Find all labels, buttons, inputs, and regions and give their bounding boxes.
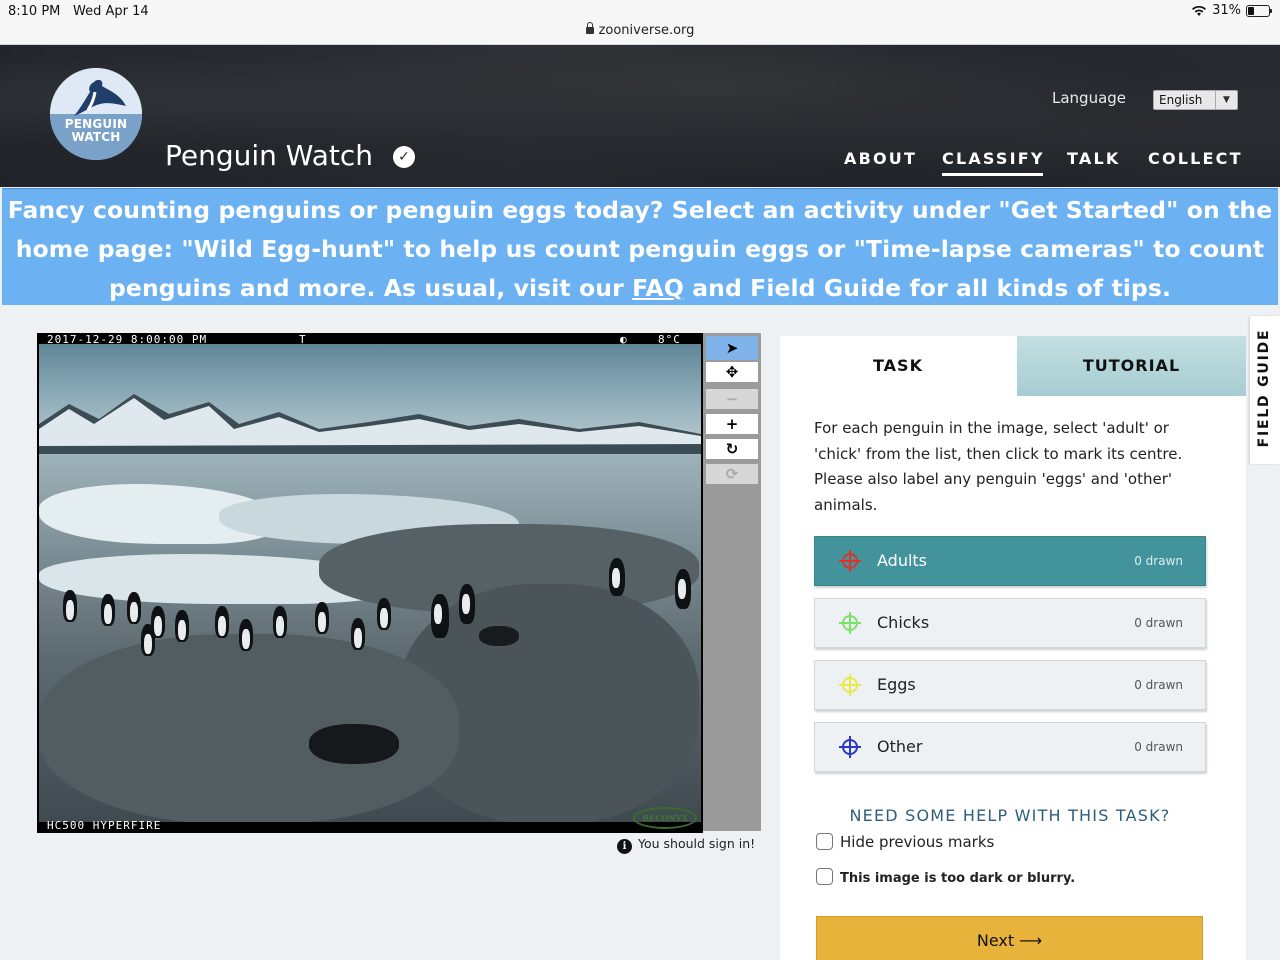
subject-image[interactable]: [39, 344, 701, 822]
nav-about[interactable]: ABOUT: [844, 149, 917, 168]
checkbox-box[interactable]: [816, 833, 833, 850]
move-tool-icon[interactable]: ✥: [706, 362, 758, 382]
battery-icon: [1246, 4, 1272, 17]
lock-icon: [585, 22, 594, 34]
too-dark-checkbox[interactable]: This image is too dark or blurry.: [816, 868, 1075, 886]
crosshair-icon: [839, 674, 861, 696]
penguin-logo-icon: [74, 79, 126, 116]
language-label: Language: [1052, 89, 1127, 107]
project-logo[interactable]: PENGUIN WATCH: [50, 68, 142, 160]
task-instructions: For each penguin in the image, select 'a…: [814, 419, 1183, 514]
chevron-down-icon: ▼: [1215, 91, 1237, 109]
crosshair-icon: [839, 736, 861, 758]
crosshair-icon: [839, 550, 861, 572]
choice-count: 0 drawn: [1134, 616, 1183, 630]
viewer-toolbar: ➤ ✥ − + ↻ ⟳: [703, 333, 761, 831]
project-header: PENGUIN WATCH Penguin Watch ✓ Language En…: [0, 45, 1280, 187]
announcement-line-2: home page: "Wild Egg-hunt" to help us co…: [15, 235, 1265, 263]
nav-talk[interactable]: TALK: [1067, 149, 1120, 168]
announcement-line-1: Fancy counting penguins or penguin eggs …: [7, 196, 1273, 224]
logo-text: PENGUIN WATCH: [64, 117, 128, 144]
battery-fill: [1248, 6, 1254, 15]
next-button[interactable]: Next ⟶: [816, 916, 1203, 960]
nav-classify[interactable]: CLASSIFY: [942, 149, 1045, 176]
hide-marks-checkbox[interactable]: Hide previous marks: [816, 833, 994, 851]
battery-percent: 31%: [1212, 3, 1241, 18]
too-dark-label: This image is too dark or blurry.: [840, 871, 1076, 886]
choice-count: 0 drawn: [1134, 678, 1183, 692]
choice-label: Eggs: [877, 675, 916, 694]
field-guide-label: FIELD GUIDE: [1256, 328, 1272, 448]
faq-link[interactable]: FAQ: [632, 274, 684, 302]
tab-tutorial[interactable]: TUTORIAL: [1017, 336, 1246, 396]
pointer-tool-icon[interactable]: ➤: [706, 336, 758, 360]
status-date: Wed Apr 14: [73, 4, 149, 19]
choice-adults[interactable]: Adults 0 drawn: [814, 536, 1206, 586]
browser-status-bar: 8:10 PM Wed Apr 14 31% zooniverse.org: [0, 0, 1280, 45]
next-label: Next: [976, 931, 1015, 950]
choice-count: 0 drawn: [1134, 740, 1183, 754]
subject-viewer[interactable]: 2017-12-29 8:00:00 PM T ◐ 8°C HC500 HYPE…: [37, 333, 703, 833]
announcement-line-3: penguins and more. As usual, visit our F…: [109, 274, 1171, 302]
task-panel: TASK TUTORIAL For each penguin in the im…: [780, 336, 1246, 960]
nav-collect[interactable]: COLLECT: [1148, 149, 1243, 168]
rotate-icon[interactable]: ↻: [706, 439, 758, 459]
language-select[interactable]: English ▼: [1153, 90, 1238, 110]
choice-chicks[interactable]: Chicks 0 drawn: [814, 598, 1206, 648]
zoom-in-icon[interactable]: +: [706, 414, 758, 434]
hide-marks-label: Hide previous marks: [840, 833, 995, 851]
field-guide-tab[interactable]: FIELD GUIDE: [1250, 316, 1280, 464]
language-value: English: [1159, 93, 1203, 107]
announcement-banner: Fancy counting penguins or penguin eggs …: [2, 188, 1278, 305]
info-icon: i: [617, 839, 632, 854]
zoom-out-icon[interactable]: −: [706, 389, 758, 409]
project-title[interactable]: Penguin Watch: [165, 139, 373, 172]
choice-other[interactable]: Other 0 drawn: [814, 722, 1206, 772]
choice-eggs[interactable]: Eggs 0 drawn: [814, 660, 1206, 710]
choice-label: Chicks: [877, 613, 930, 632]
choice-label: Adults: [877, 551, 928, 570]
help-link[interactable]: NEED SOME HELP WITH THIS TASK?: [814, 806, 1206, 825]
choice-count: 0 drawn: [1134, 554, 1183, 568]
address-bar[interactable]: zooniverse.org: [0, 22, 1280, 38]
status-time: 8:10 PM: [8, 4, 61, 19]
choice-label: Other: [877, 737, 923, 756]
camera-brand-logo: RECONYX: [633, 807, 697, 829]
tab-task[interactable]: TASK: [780, 336, 1016, 396]
camera-model: HC500 HYPERFIRE: [47, 819, 162, 832]
url-text: zooniverse.org: [598, 23, 695, 38]
wifi-icon: [1192, 5, 1207, 16]
sign-in-notice: i You should sign in!: [617, 836, 755, 854]
status-right: 31%: [1191, 3, 1272, 18]
arrow-right-icon: ⟶: [1019, 931, 1043, 950]
verified-check-icon: ✓: [393, 146, 415, 168]
crosshair-icon: [839, 612, 861, 634]
reset-icon[interactable]: ⟳: [706, 464, 758, 484]
checkbox-box[interactable]: [816, 868, 833, 885]
